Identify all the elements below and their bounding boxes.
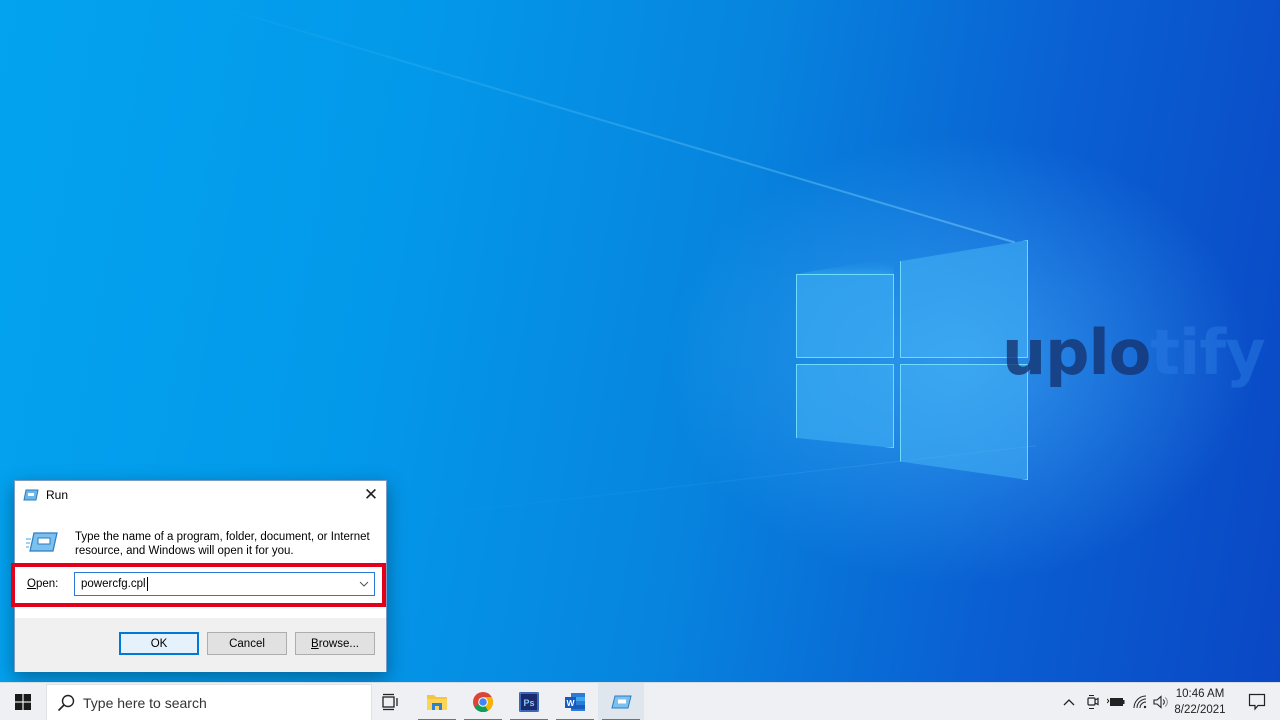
- light-beam: [199, 0, 1015, 244]
- volume-icon: [1153, 695, 1168, 709]
- browse-accesskey: B: [311, 637, 319, 650]
- run-icon: [611, 695, 632, 709]
- taskbar-photoshop[interactable]: Ps: [506, 683, 552, 720]
- start-button[interactable]: [0, 683, 46, 720]
- search-icon: [57, 694, 75, 711]
- svg-text:Ps: Ps: [523, 698, 534, 708]
- taskbar-file-explorer[interactable]: [414, 683, 460, 720]
- run-icon: [23, 489, 39, 501]
- run-dialog: Run ✕ Type the name of a program, folder…: [11, 480, 387, 672]
- run-description: Type the name of a program, folder, docu…: [75, 531, 370, 557]
- show-hidden-icons-button[interactable]: [1058, 683, 1080, 720]
- chrome-icon: [473, 692, 494, 713]
- clock-time: 10:46 AM: [1175, 688, 1225, 700]
- tray-network[interactable]: [1129, 683, 1151, 720]
- wifi-icon: [1133, 695, 1147, 709]
- run-title: Run: [46, 488, 69, 502]
- tray-meet-now[interactable]: [1082, 683, 1104, 720]
- ok-button[interactable]: OK: [119, 632, 199, 655]
- action-center-button[interactable]: [1234, 683, 1280, 720]
- logo-pane-top-left: [796, 274, 894, 358]
- run-button-bar: OK Cancel Browse...: [15, 618, 386, 672]
- tray-clock[interactable]: 10:46 AM 8/22/2021: [1170, 686, 1230, 718]
- meet-now-icon: [1087, 695, 1099, 709]
- svg-text:W: W: [566, 698, 575, 708]
- taskbar: Type here to search Ps W 10:46 AM 8/22/2…: [0, 682, 1280, 720]
- red-highlight-box: [11, 563, 386, 607]
- cancel-button[interactable]: Cancel: [207, 632, 287, 655]
- tray-volume[interactable]: [1150, 683, 1172, 720]
- close-button[interactable]: ✕: [356, 481, 386, 509]
- taskbar-chrome[interactable]: [460, 683, 506, 720]
- watermark-part1: uplo: [1002, 316, 1151, 389]
- task-view-icon: [382, 693, 398, 711]
- folder-icon: [427, 695, 447, 710]
- watermark-part2: tify: [1150, 316, 1265, 389]
- battery-icon: [1107, 698, 1125, 706]
- run-title-bar[interactable]: Run: [15, 481, 386, 509]
- windows-logo-wallpaper: [794, 240, 1030, 480]
- browse-label: rowse...: [318, 637, 359, 650]
- browse-button[interactable]: Browse...: [295, 632, 375, 655]
- tray-battery[interactable]: [1104, 683, 1128, 720]
- clock-date: 8/22/2021: [1174, 704, 1226, 716]
- logo-pane-bottom-left: [796, 364, 894, 448]
- watermark: uplotify: [1002, 322, 1266, 384]
- notification-icon: [1248, 693, 1266, 711]
- close-icon: ✕: [363, 485, 379, 504]
- word-icon: W: [565, 693, 585, 711]
- task-view-button[interactable]: [367, 683, 413, 720]
- taskbar-run[interactable]: [598, 683, 644, 720]
- photoshop-icon: Ps: [519, 692, 539, 712]
- search-placeholder: Type here to search: [83, 694, 207, 711]
- taskbar-search-box[interactable]: Type here to search: [46, 684, 372, 720]
- taskbar-word[interactable]: W: [552, 683, 598, 720]
- chevron-up-icon: [1063, 699, 1075, 706]
- run-large-icon: [26, 532, 58, 552]
- windows-start-icon: [15, 694, 31, 710]
